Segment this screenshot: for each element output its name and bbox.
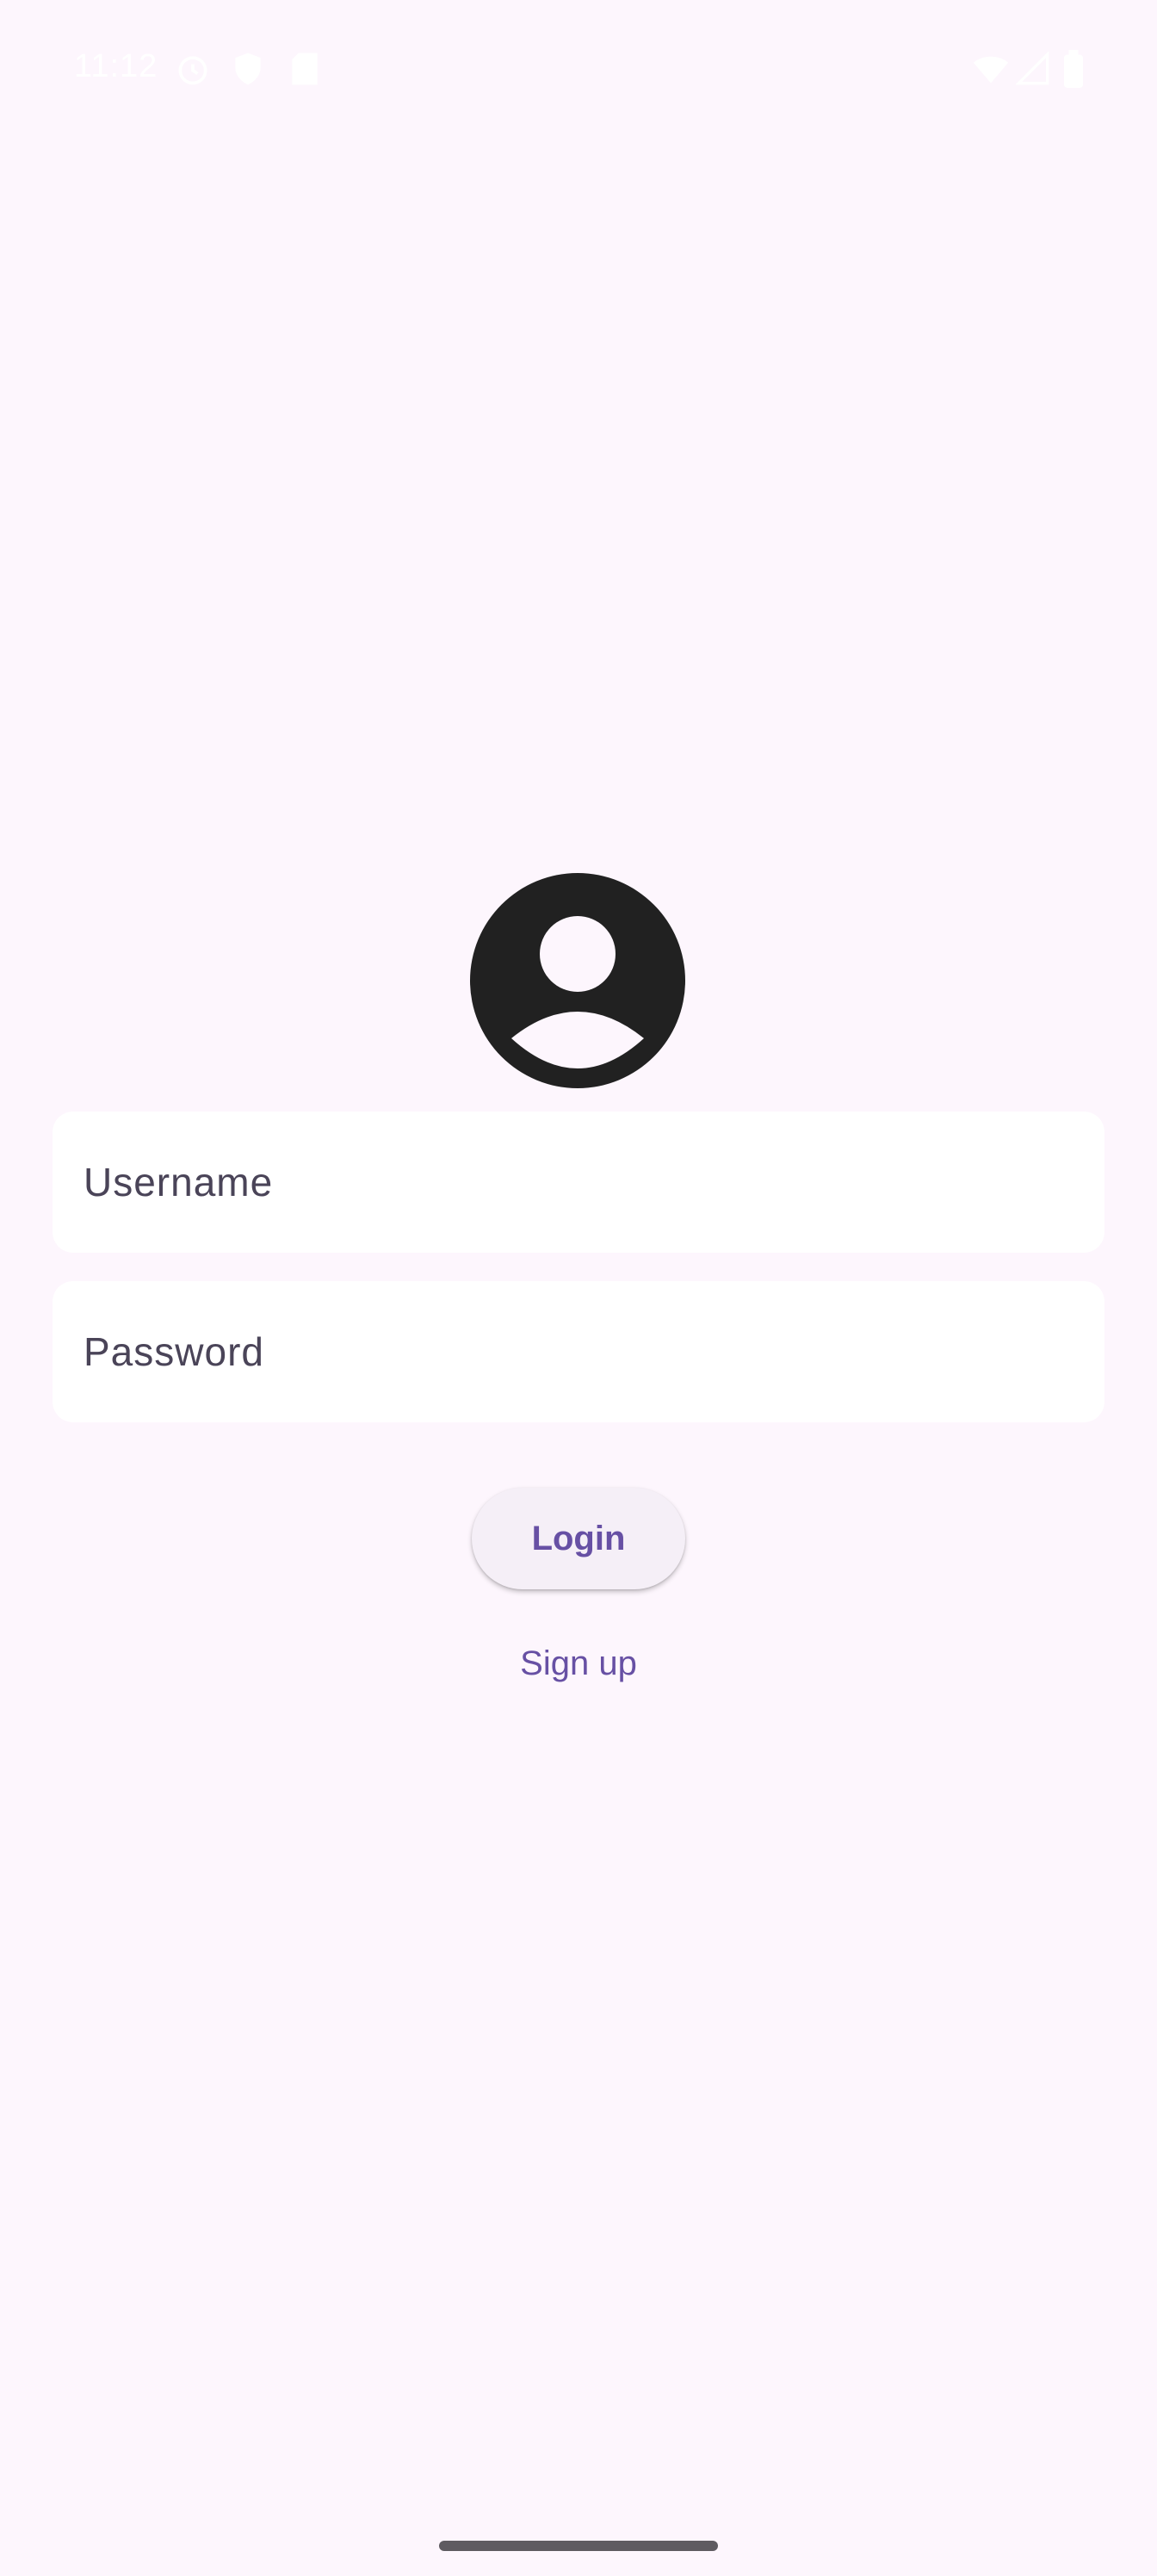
- battery-icon: [1062, 50, 1085, 92]
- username-field[interactable]: Username: [53, 1112, 1104, 1253]
- alarm-icon: [174, 50, 212, 92]
- shield-icon: [229, 50, 267, 92]
- password-label: Password: [84, 1329, 264, 1374]
- login-button[interactable]: Login: [472, 1488, 685, 1589]
- wifi-icon: [971, 50, 1011, 92]
- signup-link[interactable]: Sign up: [492, 1632, 665, 1694]
- account-circle-icon: [470, 873, 685, 1088]
- signal-icon: [1015, 50, 1050, 92]
- password-field[interactable]: Password: [53, 1281, 1104, 1422]
- signup-link-label: Sign up: [520, 1644, 637, 1682]
- status-bar: 11:12: [0, 0, 1157, 138]
- login-button-label: Login: [531, 1519, 626, 1557]
- username-label: Username: [84, 1160, 274, 1204]
- home-indicator[interactable]: [439, 2541, 718, 2551]
- sd-card-icon: [288, 50, 322, 92]
- status-time: 11:12: [74, 48, 158, 84]
